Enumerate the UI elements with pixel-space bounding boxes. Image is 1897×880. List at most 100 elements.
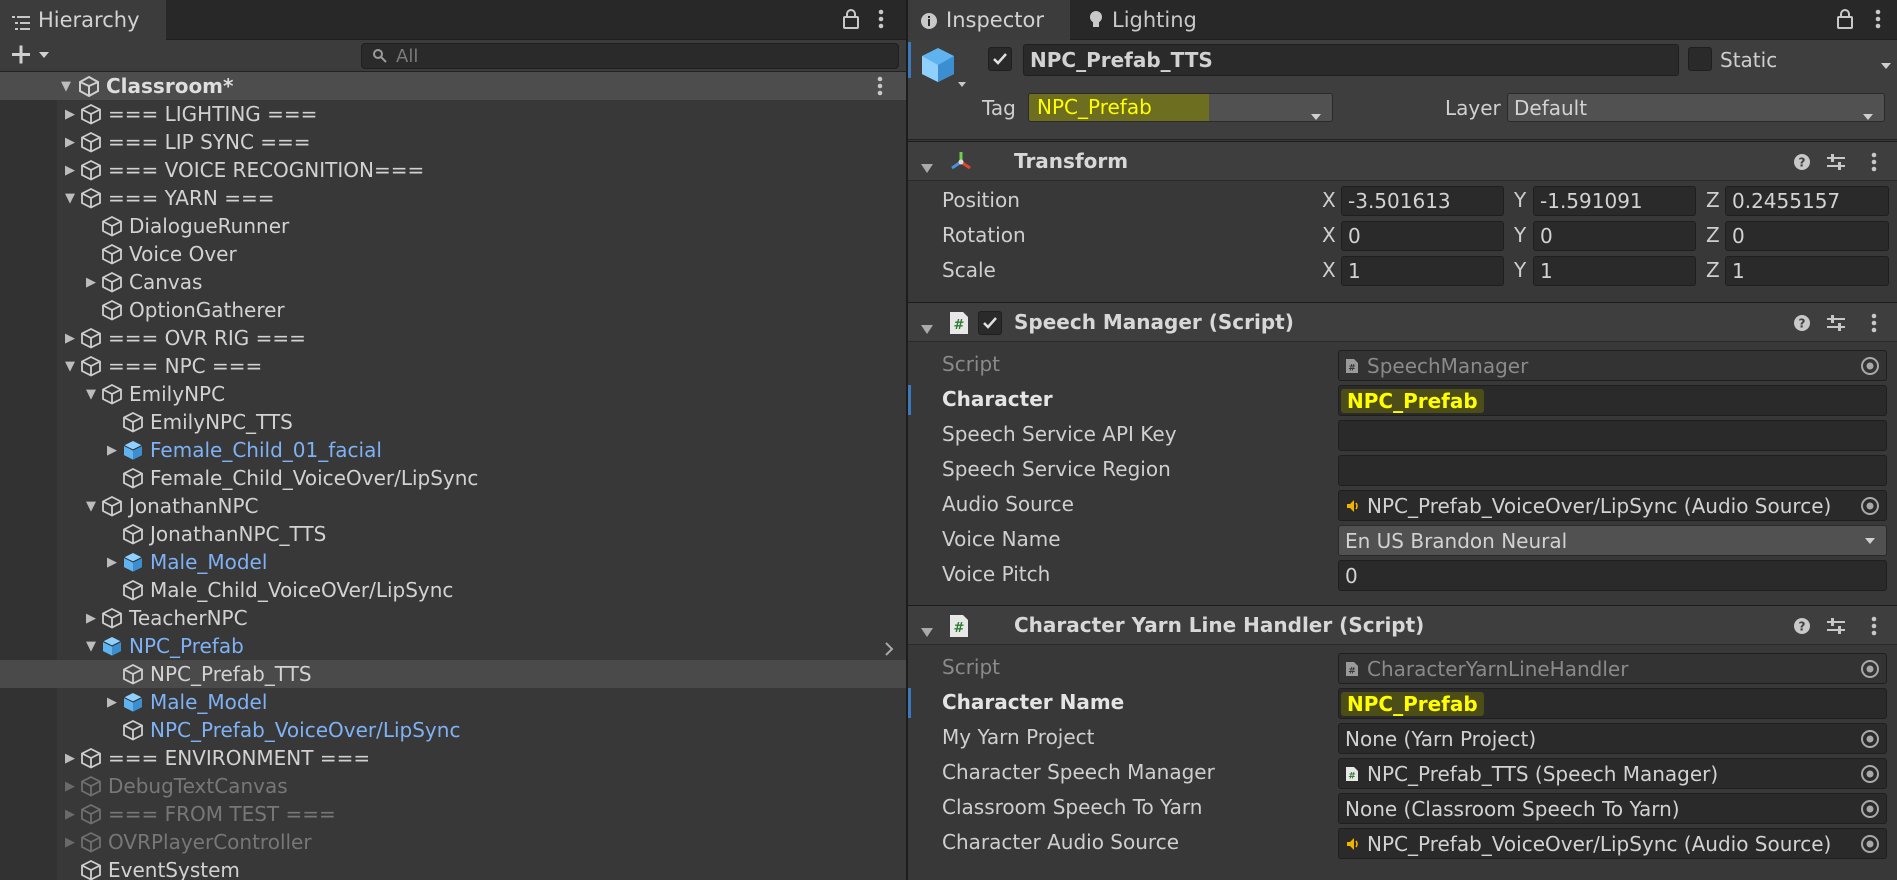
expand-down-icon[interactable]: ▼ bbox=[81, 387, 101, 402]
hierarchy-item[interactable]: ▶ === VOICE RECOGNITION=== bbox=[0, 156, 906, 184]
lock-icon[interactable] bbox=[842, 8, 860, 35]
hierarchy-item[interactable]: ▶ === LIP SYNC === bbox=[0, 128, 906, 156]
static-checkbox[interactable] bbox=[1688, 47, 1712, 71]
expand-down-icon[interactable]: ▼ bbox=[81, 639, 101, 654]
hierarchy-item[interactable]: Voice Over bbox=[0, 240, 906, 268]
object-picker-icon[interactable] bbox=[1860, 834, 1880, 854]
yh-speech-manager-field[interactable]: # NPC_Prefab_TTS (Speech Manager) bbox=[1338, 758, 1887, 789]
position-z-field[interactable]: 0.2455157 bbox=[1725, 186, 1889, 216]
expand-right-icon[interactable]: ▶ bbox=[102, 443, 122, 458]
hierarchy-item[interactable]: ▶ === ENVIRONMENT === bbox=[0, 744, 906, 772]
yh-audio-source-field[interactable]: NPC_Prefab_VoiceOver/LipSync (Audio Sour… bbox=[1338, 828, 1887, 859]
hierarchy-item[interactable]: ▼ === YARN === bbox=[0, 184, 906, 212]
active-checkbox[interactable] bbox=[988, 47, 1012, 71]
sm-audio-source-field[interactable]: NPC_Prefab_VoiceOver/LipSync (Audio Sour… bbox=[1338, 490, 1887, 521]
sm-voice-pitch-field[interactable]: 0 bbox=[1338, 560, 1887, 591]
hierarchy-item[interactable]: ▼ === NPC === bbox=[0, 352, 906, 380]
sm-script-field[interactable]: # SpeechManager bbox=[1338, 350, 1887, 381]
expand-down-icon[interactable]: ▼ bbox=[60, 359, 80, 374]
rotation-z-field[interactable]: 0 bbox=[1725, 221, 1889, 251]
hierarchy-item[interactable]: Female_Child_VoiceOver/LipSync bbox=[0, 464, 906, 492]
sm-character-field[interactable]: NPC_Prefab bbox=[1338, 385, 1887, 416]
help-icon[interactable]: ? bbox=[1793, 616, 1811, 640]
layer-dropdown[interactable]: Default bbox=[1507, 93, 1885, 122]
expand-down-icon[interactable]: ▼ bbox=[81, 499, 101, 514]
hierarchy-item[interactable]: ▼ NPC_Prefab bbox=[0, 632, 906, 660]
scene-row[interactable]: ▼ Classroom* bbox=[0, 72, 906, 100]
expand-right-icon[interactable]: ▶ bbox=[60, 779, 80, 794]
hierarchy-item[interactable]: EventSystem bbox=[0, 856, 906, 880]
component-more-icon[interactable] bbox=[1870, 312, 1878, 339]
search-input[interactable]: All bbox=[361, 43, 899, 69]
expand-right-icon[interactable]: ▶ bbox=[60, 163, 80, 178]
position-y-field[interactable]: -1.591091 bbox=[1533, 186, 1696, 216]
collapse-down-icon[interactable] bbox=[920, 156, 934, 180]
hierarchy-item[interactable]: ▶ OVRPlayerController bbox=[0, 828, 906, 856]
sm-region-field[interactable] bbox=[1338, 455, 1887, 486]
scene-more-options-icon[interactable] bbox=[876, 75, 884, 102]
hierarchy-item[interactable]: DialogueRunner bbox=[0, 212, 906, 240]
yarn-handler-header[interactable]: # Character Yarn Line Handler (Script) ? bbox=[908, 605, 1897, 645]
create-plus-dropdown-button[interactable] bbox=[10, 42, 52, 73]
expand-down-icon[interactable]: ▼ bbox=[56, 79, 76, 94]
hierarchy-item[interactable]: ▼ EmilyNPC bbox=[0, 380, 906, 408]
component-more-icon[interactable] bbox=[1870, 615, 1878, 642]
help-icon[interactable]: ? bbox=[1793, 152, 1811, 176]
hierarchy-item[interactable]: Male_Child_VoiceOVer/LipSync bbox=[0, 576, 906, 604]
rotation-x-field[interactable]: 0 bbox=[1341, 221, 1504, 251]
hierarchy-item[interactable]: ▶ === FROM TEST === bbox=[0, 800, 906, 828]
object-picker-icon[interactable] bbox=[1860, 496, 1880, 516]
expand-right-icon[interactable]: ▶ bbox=[60, 807, 80, 822]
static-dropdown-arrow-icon[interactable] bbox=[1880, 52, 1892, 76]
inspector-more-options-icon[interactable] bbox=[1874, 8, 1882, 35]
object-picker-icon[interactable] bbox=[1860, 729, 1880, 749]
expand-right-icon[interactable]: ▶ bbox=[60, 835, 80, 850]
tab-hierarchy[interactable]: Hierarchy bbox=[0, 0, 166, 40]
tag-dropdown[interactable]: NPC_Prefab bbox=[1028, 93, 1333, 122]
hierarchy-item[interactable]: ▼ JonathanNPC bbox=[0, 492, 906, 520]
inspector-lock-icon[interactable] bbox=[1836, 8, 1854, 35]
yh-classroom-field[interactable]: None (Classroom Speech To Yarn) bbox=[1338, 793, 1887, 824]
tab-lighting[interactable]: Lighting bbox=[1076, 0, 1226, 40]
hierarchy-item[interactable]: JonathanNPC_TTS bbox=[0, 520, 906, 548]
open-prefab-chevron-icon[interactable] bbox=[884, 638, 894, 662]
speech-manager-enabled-checkbox[interactable] bbox=[978, 311, 1002, 335]
collapse-down-icon[interactable] bbox=[920, 317, 934, 341]
rotation-y-field[interactable]: 0 bbox=[1533, 221, 1696, 251]
expand-right-icon[interactable]: ▶ bbox=[60, 331, 80, 346]
hierarchy-item[interactable]: ▶ === LIGHTING === bbox=[0, 100, 906, 128]
expand-right-icon[interactable]: ▶ bbox=[60, 135, 80, 150]
hierarchy-item[interactable]: ▶ TeacherNPC bbox=[0, 604, 906, 632]
hierarchy-item[interactable]: OptionGatherer bbox=[0, 296, 906, 324]
position-x-field[interactable]: -3.501613 bbox=[1341, 186, 1504, 216]
hierarchy-item[interactable]: ▶ Male_Model bbox=[0, 688, 906, 716]
scale-z-field[interactable]: 1 bbox=[1725, 256, 1889, 286]
hierarchy-item[interactable]: EmilyNPC_TTS bbox=[0, 408, 906, 436]
yh-yarn-project-field[interactable]: None (Yarn Project) bbox=[1338, 723, 1887, 754]
expand-right-icon[interactable]: ▶ bbox=[81, 275, 101, 290]
component-more-icon[interactable] bbox=[1870, 151, 1878, 178]
hierarchy-item[interactable]: ▶ Canvas bbox=[0, 268, 906, 296]
object-name-field[interactable]: NPC_Prefab_TTS bbox=[1023, 44, 1679, 76]
yh-character-name-field[interactable]: NPC_Prefab bbox=[1338, 688, 1887, 719]
hierarchy-item[interactable]: ▶ === OVR RIG === bbox=[0, 324, 906, 352]
expand-right-icon[interactable]: ▶ bbox=[102, 695, 122, 710]
expand-right-icon[interactable]: ▶ bbox=[60, 107, 80, 122]
speech-manager-header[interactable]: # Speech Manager (Script) ? bbox=[908, 302, 1897, 342]
presets-icon[interactable] bbox=[1826, 152, 1846, 176]
tab-inspector[interactable]: Inspector bbox=[908, 0, 1070, 40]
presets-icon[interactable] bbox=[1826, 616, 1846, 640]
expand-right-icon[interactable]: ▶ bbox=[102, 555, 122, 570]
scale-y-field[interactable]: 1 bbox=[1533, 256, 1696, 286]
object-picker-icon[interactable] bbox=[1860, 356, 1880, 376]
transform-header[interactable]: Transform ? bbox=[908, 141, 1897, 181]
more-options-icon[interactable] bbox=[877, 8, 885, 35]
sm-api-key-field[interactable] bbox=[1338, 420, 1887, 451]
hierarchy-item[interactable]: ▶ Male_Model bbox=[0, 548, 906, 576]
hierarchy-item[interactable]: ▶ Female_Child_01_facial bbox=[0, 436, 906, 464]
gameobject-cube-icon[interactable] bbox=[920, 46, 968, 97]
object-picker-icon[interactable] bbox=[1860, 659, 1880, 679]
hierarchy-item[interactable]: NPC_Prefab_VoiceOver/LipSync bbox=[0, 716, 906, 744]
hierarchy-item[interactable]: NPC_Prefab_TTS bbox=[0, 660, 906, 688]
scale-x-field[interactable]: 1 bbox=[1341, 256, 1504, 286]
